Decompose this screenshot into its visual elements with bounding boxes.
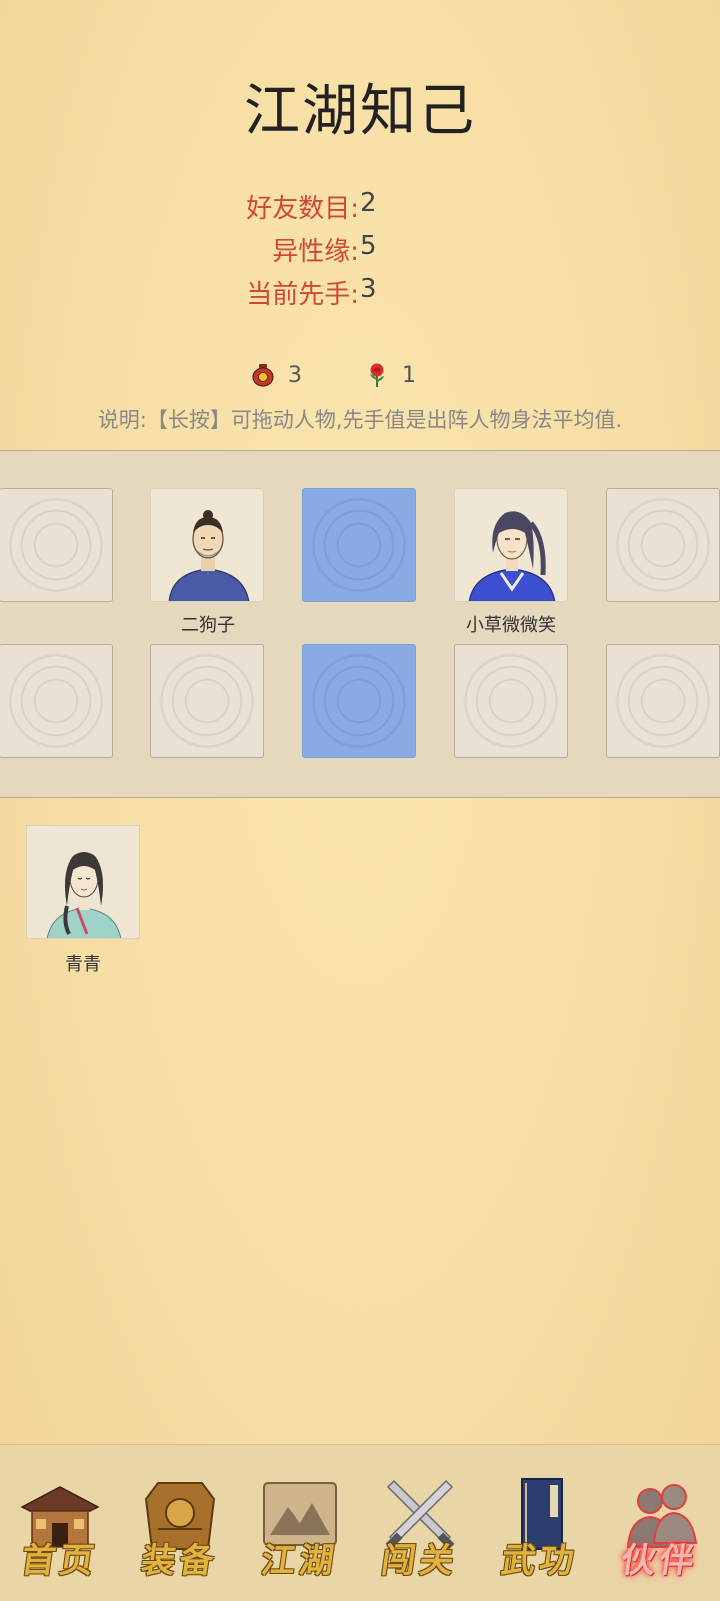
formation-slot-empty-blue[interactable] — [302, 488, 416, 602]
nav-label: 闯关 — [378, 1541, 461, 1581]
bench-character-name: 青青 — [65, 954, 101, 975]
stat-value: 3 — [360, 274, 377, 304]
nav-home[interactable]: 首页 — [0, 1445, 120, 1601]
nav-companions[interactable]: 伙伴 — [600, 1445, 720, 1601]
bottom-navigation: 首页 装备 江湖 闯关 武功 伙伴 — [0, 1444, 720, 1601]
stat-value: 5 — [360, 231, 377, 261]
character-portrait-qingqing — [46, 852, 122, 938]
character-portrait-ergouzi — [168, 510, 250, 601]
formation-slot-character[interactable] — [454, 488, 568, 602]
nav-label: 装备 — [138, 1541, 221, 1581]
stat-label: 好友数目: — [246, 194, 359, 224]
stats-panel: 好友数目: 2 异性缘: 5 当前先手: 3 — [0, 188, 720, 317]
formation-slot-empty[interactable] — [0, 644, 113, 758]
formation-slot-character[interactable] — [150, 488, 264, 602]
formation-slot-empty[interactable] — [454, 644, 568, 758]
formation-slot-empty-blue[interactable] — [302, 644, 416, 758]
wine-jar-counter[interactable]: 3 — [250, 362, 302, 388]
nav-jianghu[interactable]: 江湖 — [240, 1445, 360, 1601]
wine-jar-icon — [250, 362, 276, 388]
nav-equipment[interactable]: 装备 — [120, 1445, 240, 1601]
formation-grid: 二狗子 小草微微笑 — [0, 450, 720, 798]
stat-opposite-affinity: 异性缘: 5 — [0, 231, 720, 274]
stat-friend-count: 好友数目: 2 — [0, 188, 720, 231]
character-name-label: 小草微微笑 — [466, 615, 556, 636]
explanation-text: 说明:【长按】可拖动人物,先手值是出阵人物身法平均值. — [97, 408, 623, 432]
rose-counter[interactable]: 1 — [364, 362, 416, 388]
stat-label: 当前先手: — [246, 280, 359, 310]
rose-icon — [364, 362, 390, 388]
formation-slot-empty[interactable] — [150, 644, 264, 758]
nav-martial-arts[interactable]: 武功 — [480, 1445, 600, 1601]
rose-count: 1 — [402, 362, 416, 388]
nav-label: 武功 — [498, 1541, 581, 1581]
wine-jar-count: 3 — [288, 362, 302, 388]
stat-initiative: 当前先手: 3 — [0, 274, 720, 317]
bench-character-card[interactable] — [26, 825, 140, 939]
page-title: 江湖知己 — [244, 79, 476, 144]
item-counters: 3 1 — [0, 362, 720, 396]
stat-label: 异性缘: — [272, 237, 359, 267]
nav-label: 伙伴 — [618, 1541, 701, 1581]
stat-value: 2 — [360, 188, 377, 218]
character-name-label: 二狗子 — [181, 615, 235, 636]
formation-slot-empty[interactable] — [606, 488, 720, 602]
nav-challenge[interactable]: 闯关 — [360, 1445, 480, 1601]
nav-label: 江湖 — [258, 1541, 341, 1581]
nav-label: 首页 — [18, 1541, 101, 1581]
character-portrait-xiaocao — [468, 511, 556, 601]
formation-slot-empty[interactable] — [0, 488, 113, 602]
formation-slot-empty[interactable] — [606, 644, 720, 758]
